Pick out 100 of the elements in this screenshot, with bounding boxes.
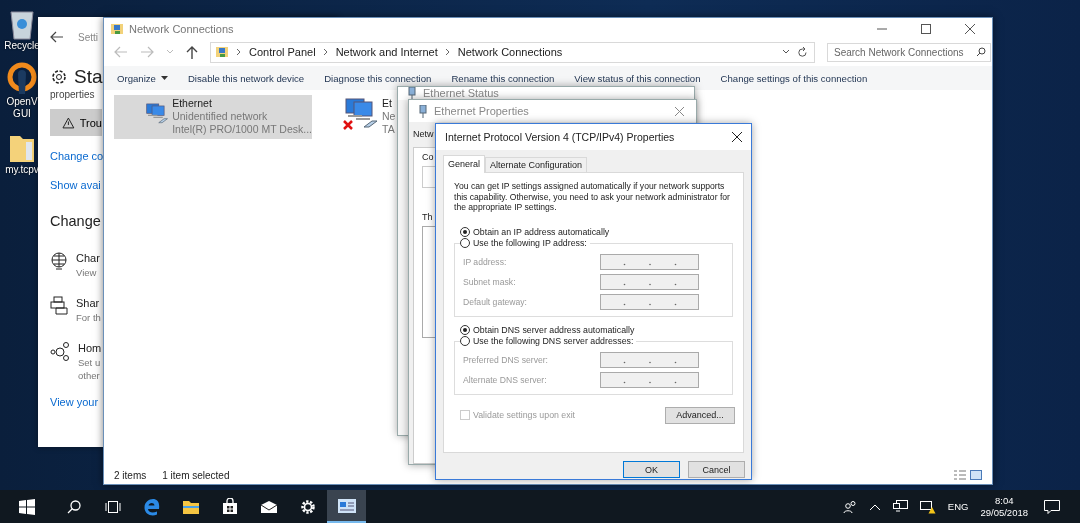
breadcrumb-item[interactable]: Control Panel (249, 46, 316, 58)
breadcrumb-item[interactable]: Network Connections (457, 46, 563, 58)
chevron-icon (236, 48, 242, 56)
network-cable-icon (419, 104, 427, 118)
setting-title[interactable]: Shar (76, 296, 101, 311)
radio-label[interactable]: Obtain an IP address automatically (473, 226, 610, 237)
language-indicator[interactable]: ENG (947, 501, 969, 512)
close-icon[interactable] (732, 132, 742, 142)
ip-address-field[interactable] (600, 273, 699, 290)
toolbar-button[interactable]: Disable this network device (187, 72, 305, 84)
adapter-detail: TA (382, 123, 396, 136)
field-label: IP address: (463, 256, 507, 267)
window-title: Ethernet Properties (434, 105, 529, 117)
status-text: 2 items (114, 469, 147, 481)
envelope-icon (259, 499, 278, 514)
ip-address-field[interactable] (600, 293, 699, 310)
search-field[interactable]: Search Network Connections (827, 42, 991, 62)
field-label: Subnet mask: (463, 276, 516, 287)
radio-label[interactable]: Obtain DNS server address automatically (473, 324, 635, 335)
ip-address-field[interactable] (600, 371, 699, 388)
ip-address-field[interactable] (600, 253, 699, 270)
adapter-detail: Unidentified network (172, 110, 269, 123)
ip-address-field[interactable] (600, 351, 699, 368)
desktop-icon-label[interactable]: GUI (13, 108, 31, 120)
up-arrow-icon[interactable] (186, 45, 198, 59)
breadcrumb-item[interactable]: Network and Internet (335, 46, 438, 58)
search-icon (66, 499, 81, 514)
setting-title[interactable]: Hom (78, 341, 102, 356)
up-caret-icon[interactable] (868, 502, 881, 511)
network-folder-icon (110, 22, 124, 36)
toolbar-button[interactable]: Diagnose this connection (324, 72, 432, 84)
toolbar-button[interactable]: Change settings of this connection (720, 72, 868, 84)
desktop-icon-label[interactable]: OpenV (6, 96, 38, 108)
toolbar-button[interactable]: Rename this connection (451, 72, 555, 84)
setting-description: Set u (78, 356, 102, 369)
network-warning-icon[interactable] (919, 499, 936, 514)
address-bar[interactable]: Control Panel Network and Internet Network Connections (210, 41, 815, 63)
window-title: Internet Protocol Version 4 (TCP/IPv4) Properties (445, 131, 675, 143)
settings-link[interactable]: Change co (50, 150, 104, 162)
taskbar-button[interactable] (327, 490, 366, 523)
troubleshoot-button[interactable]: Trou (50, 109, 102, 136)
notification-icon[interactable] (1044, 499, 1060, 514)
advanced-button[interactable]: Advanced... (665, 406, 735, 424)
radio-button[interactable] (460, 226, 470, 237)
refresh-icon[interactable] (797, 46, 808, 58)
radio-button[interactable] (460, 335, 470, 346)
desktop-icon-label[interactable]: my.tcpv (5, 164, 39, 176)
network-cable-icon (408, 87, 416, 100)
status-text: 1 item selected (162, 469, 230, 481)
network-adapter-item[interactable]: Et Ne TA (312, 95, 396, 139)
window-title: Setti (78, 31, 98, 43)
large-icons-view-icon[interactable] (970, 470, 982, 480)
start-icon[interactable] (19, 498, 35, 515)
toolbar-button[interactable]: View status of this connection (574, 72, 701, 84)
homegroup-icon (50, 341, 70, 361)
radio-button[interactable] (460, 237, 470, 248)
people-icon[interactable] (842, 499, 857, 514)
organize-menu[interactable]: Organize (117, 72, 168, 84)
window-title: Ethernet Status (423, 87, 499, 99)
close-icon[interactable] (965, 24, 975, 34)
field-label: Alternate DNS server: (463, 374, 547, 385)
tab[interactable]: Alternate Configuration (485, 157, 588, 172)
setting-title[interactable]: Char (76, 251, 100, 266)
dropdown-caret-icon[interactable] (782, 49, 790, 55)
setting-description: View (76, 266, 98, 279)
gear-icon (50, 68, 68, 86)
adapter-name: Ethernet (172, 97, 213, 110)
chevron-icon (444, 48, 451, 56)
field-label: Preferred DNS server: (463, 354, 548, 365)
network-window-icon (337, 498, 356, 513)
tab[interactable]: General (443, 155, 486, 173)
field-label: Co (422, 152, 435, 162)
task-view-icon (104, 499, 121, 514)
adapter-name: Et (382, 97, 393, 110)
section-heading: Change (50, 213, 101, 229)
gear-icon (299, 498, 316, 515)
settings-link[interactable]: View your (50, 396, 99, 408)
setting-description: other (78, 369, 101, 382)
cancel-button[interactable]: Cancel (688, 461, 745, 478)
field-label: Th (422, 212, 434, 222)
adapter-detail: Ne (382, 110, 396, 123)
folder-icon (181, 498, 200, 515)
setting-description: For th (76, 311, 101, 324)
maximize-icon[interactable] (921, 24, 931, 34)
settings-link[interactable]: Show avai (50, 179, 101, 191)
ok-button[interactable]: OK (623, 461, 680, 478)
network-folder-icon (215, 45, 229, 59)
back-arrow-icon[interactable] (50, 31, 64, 43)
description-text: You can get IP settings assigned automatically if your network supports this capability. Otherwise, you need to ask your network administrator for the appropriate IP settings. (454, 181, 731, 213)
network-icon[interactable] (892, 500, 908, 513)
clock[interactable]: 8:04 29/05/2018 (980, 494, 1028, 519)
network-adapter-item[interactable]: Ethernet Unidentified network Intel(R) PRO/1000 MT Desk... (114, 95, 312, 139)
browser-icon (142, 497, 161, 516)
window-title: Network Connections (129, 23, 234, 35)
shopping-bag-icon (221, 498, 238, 515)
keyhole-icon[interactable] (5, 62, 39, 96)
warning-icon (62, 116, 75, 129)
radio-button[interactable] (460, 324, 470, 335)
caret-icon (160, 76, 168, 80)
page-heading: Sta (74, 65, 103, 89)
